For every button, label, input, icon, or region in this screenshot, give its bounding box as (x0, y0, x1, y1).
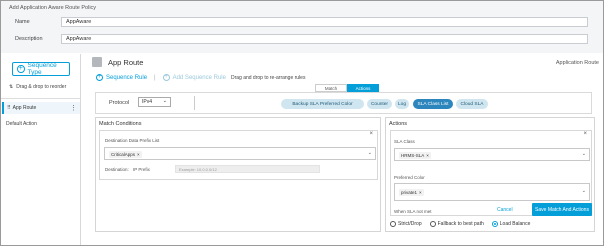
divider (194, 96, 195, 110)
remove-chip-icon[interactable]: × (426, 153, 429, 158)
protocol-value: IPv4 (142, 99, 153, 105)
sla-chip-label: HRMS-SLA (401, 153, 425, 158)
radio-load-balance[interactable]: Load Balance (491, 221, 531, 227)
plus-circle-icon: + (162, 74, 170, 81)
prefix-chip-label: CriticalApps (111, 152, 136, 157)
drag-hint-text: Drag & drop to reorder (16, 84, 67, 90)
chevron-down-icon: ⌄ (581, 188, 586, 194)
sequence-type-button[interactable]: + Sequence Type (12, 62, 70, 76)
chevron-down-icon: ⌄ (162, 98, 167, 104)
default-action-item[interactable]: Default Action (6, 121, 37, 127)
sequence-item-label: App Route (12, 105, 37, 111)
add-sequence-rule-button[interactable]: Add Sequence Rule (173, 75, 226, 81)
tab-actions[interactable]: Actions (347, 84, 379, 92)
name-field[interactable]: AppAware (61, 17, 588, 27)
ip-prefix-label: IP Prefix (133, 167, 150, 172)
plus-icon: + (17, 65, 25, 73)
sequence-type-label: Sequence Type (27, 62, 57, 76)
preferred-color-input[interactable]: private1 × ⌄ (394, 183, 590, 201)
protocol-label: Protocol (109, 100, 130, 106)
app-route-icon (92, 57, 102, 67)
color-chip-label: private1 (401, 190, 418, 195)
save-match-actions-button[interactable]: Save Match And Actions (532, 203, 592, 216)
match-conditions-panel: Match Conditions Destination Data Prefix… (95, 117, 381, 232)
action-pill-backup-sla[interactable]: Backup SLA Preferred Color (281, 99, 364, 109)
sla-class-input[interactable]: HRMS-SLA × ⌄ (394, 148, 590, 161)
tab-match[interactable]: Match (315, 84, 347, 92)
page-title: Add Application Aware Route Policy (9, 5, 97, 11)
description-field[interactable]: AppAware (61, 34, 588, 44)
radio-label: Load Balance (499, 221, 531, 227)
action-pill-log[interactable]: Log (395, 99, 409, 109)
drag-hint: ⇅ Drag & drop to reorder (9, 84, 66, 90)
sla-chip: HRMS-SLA × (399, 152, 431, 159)
action-pill-sla-class-list[interactable]: SLA Class List (413, 99, 453, 109)
divider (1, 98, 80, 99)
match-conditions-title: Match Conditions (99, 121, 142, 127)
actions-title: Actions (389, 121, 408, 127)
section-type-label: Application Route (555, 60, 599, 66)
rule-toolbar: + Sequence Rule | + Add Sequence Rule Dr… (96, 74, 305, 81)
protocol-select[interactable]: IPv4 ⌄ (138, 97, 171, 107)
preferred-color-label: Preferred Color (394, 175, 425, 180)
protocol-bar: Protocol IPv4 ⌄ Backup SLA Preferred Col… (95, 92, 592, 114)
close-icon[interactable]: × (369, 131, 373, 137)
sequence-rule-button[interactable]: Sequence Rule (106, 75, 147, 81)
radio-icon (429, 221, 436, 227)
more-options-icon[interactable]: ⋮ (70, 104, 77, 112)
radio-selected-icon (491, 221, 498, 227)
radio-fallback[interactable]: Fallback to best path (429, 221, 484, 227)
close-icon[interactable]: × (583, 131, 587, 137)
destination-label: Destination: (105, 167, 129, 172)
chevron-down-icon: ⌄ (581, 151, 586, 157)
divider: | (154, 74, 156, 81)
action-pill-counter[interactable]: Counter (367, 99, 392, 109)
rules-drag-hint: Drag and drop to re-arrange rules (230, 74, 306, 81)
policy-header: Add Application Aware Route Policy Name … (1, 1, 603, 53)
prefix-list-label: Destination Data Prefix List (105, 138, 160, 143)
radio-label: Fallback to best path (437, 221, 484, 227)
prefix-list-card: Destination Data Prefix List × CriticalA… (99, 130, 378, 180)
radio-strict-drop[interactable]: Strict/Drop (390, 221, 422, 227)
section-title: App Route (108, 58, 144, 67)
radio-icon (390, 221, 396, 227)
chevron-down-icon: ⌄ (367, 150, 372, 156)
prefix-chip: CriticalApps × (109, 151, 142, 158)
sequence-sidebar: + Sequence Type ⇅ Drag & drop to reorder… (1, 54, 81, 245)
main-content: App Route Application Route + Sequence R… (82, 54, 603, 245)
sequence-item-app-route[interactable]: ⠿ App Route ⋮ (2, 102, 80, 114)
sla-not-met-radio-group: Strict/Drop Fallback to best path Load B… (390, 221, 530, 227)
plus-circle-icon: + (96, 74, 103, 81)
drag-handle-icon[interactable]: ⠿ (7, 105, 11, 111)
color-chip: private1 × (399, 189, 424, 196)
remove-chip-icon[interactable]: × (137, 152, 140, 157)
radio-label: Strict/Drop (398, 221, 422, 227)
reorder-icon: ⇅ (9, 84, 14, 90)
match-actions-tabs: Match Actions (315, 84, 379, 92)
prefix-list-input[interactable]: CriticalApps × ⌄ (104, 147, 376, 160)
ip-prefix-input[interactable]: Example: 10.0.0.0/12 (175, 165, 320, 173)
sla-class-label: SLA Class (394, 139, 415, 144)
description-label: Description (15, 36, 43, 42)
remove-chip-icon[interactable]: × (419, 190, 422, 195)
when-sla-not-met-label: When SLA not met (394, 209, 432, 214)
name-label: Name (15, 19, 30, 25)
cancel-button[interactable]: Cancel (497, 207, 513, 213)
action-pill-cloud-sla[interactable]: Cloud SLA (456, 99, 488, 109)
